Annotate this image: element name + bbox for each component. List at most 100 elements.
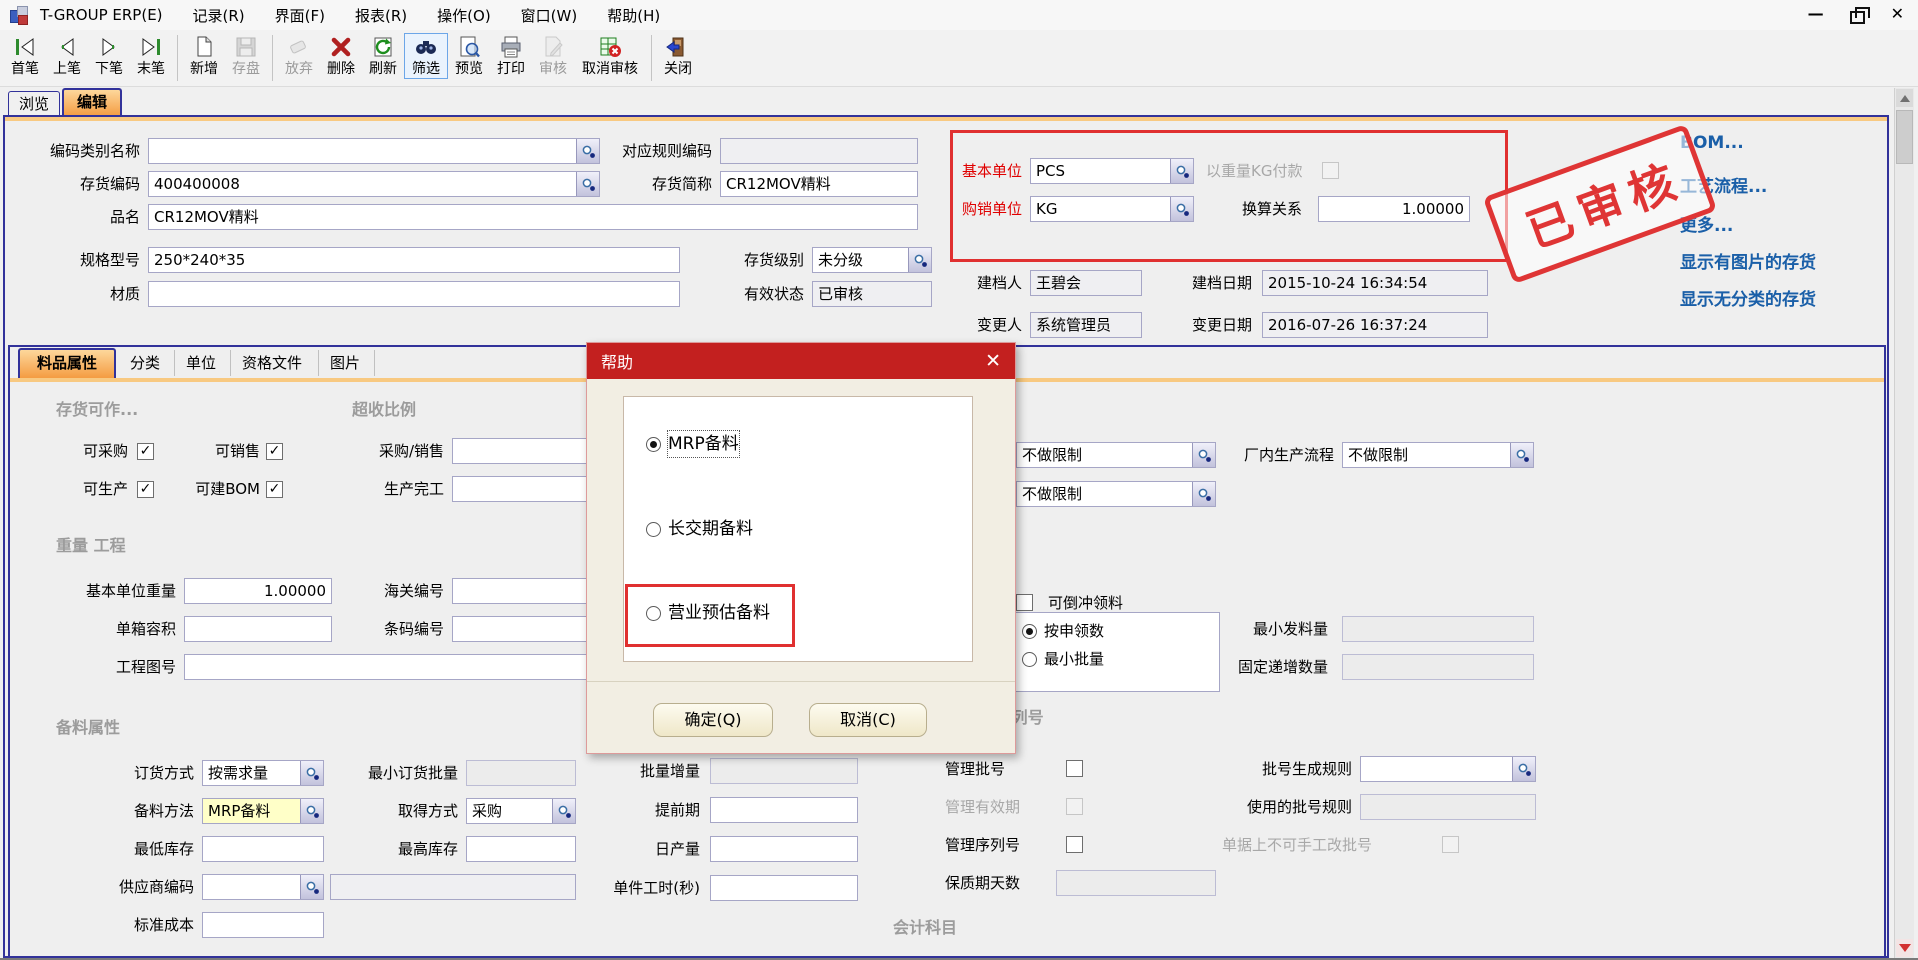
daily-output-field[interactable] (710, 836, 858, 862)
rule-code-field[interactable] (720, 138, 918, 164)
barcode-label: 条码编号 (372, 616, 444, 642)
link-show-unclassified[interactable]: 显示无分类的存货 (1680, 285, 1816, 310)
cancel-button[interactable]: 取消(C) (809, 703, 927, 737)
option-sales-forecast-label[interactable]: 营业预估备料 (668, 600, 770, 626)
purchasable-checkbox[interactable]: ✓ (137, 443, 154, 460)
menu-interface[interactable]: 界面(F) (275, 5, 325, 26)
item-code-field[interactable]: 400400008 (148, 171, 600, 197)
toolbar-preview-button[interactable]: 预览 (448, 33, 490, 78)
menu-window[interactable]: 窗口(W) (521, 5, 578, 26)
option-mrp-radio[interactable] (646, 437, 661, 452)
std-cost-field[interactable] (202, 912, 324, 938)
item-abbr-field[interactable]: CR12MOV精料 (720, 171, 918, 197)
lookup-icon[interactable] (1170, 159, 1193, 183)
can-build-bom-checkbox[interactable]: ✓ (266, 481, 283, 498)
toolbar-print-button[interactable]: 打印 (490, 33, 532, 78)
supplier-code-field[interactable] (202, 874, 324, 900)
max-stock-field[interactable] (466, 836, 576, 862)
lookup-icon[interactable] (300, 875, 323, 899)
sellable-checkbox[interactable]: ✓ (266, 443, 283, 460)
toolbar-first-button[interactable]: 首笔 (4, 33, 46, 78)
unit-work-time-field[interactable] (710, 875, 858, 901)
manage-serial-checkbox[interactable] (1066, 836, 1083, 853)
lookup-icon[interactable] (300, 761, 323, 785)
producible-checkbox[interactable]: ✓ (137, 481, 154, 498)
tab-edit[interactable]: 编辑 (62, 88, 122, 116)
lookup-icon[interactable] (1170, 197, 1193, 221)
conversion-field[interactable]: 1.00000 (1318, 196, 1470, 222)
prep-method-field[interactable]: MRP备料 (202, 798, 324, 824)
lookup-icon[interactable] (300, 799, 323, 823)
option-sales-forecast-radio[interactable] (646, 606, 661, 621)
min-stock-field[interactable] (202, 836, 324, 862)
toolbar-next-button[interactable]: 下笔 (88, 33, 130, 78)
menu-record[interactable]: 记录(R) (193, 5, 245, 26)
acquire-mode-field[interactable]: 采购 (466, 798, 576, 824)
menu-operation[interactable]: 操作(O) (437, 5, 491, 26)
toolbar-refresh-button[interactable]: 刷新 (362, 33, 404, 78)
subtab-qualification[interactable]: 资格文件 (242, 350, 319, 376)
option-long-leadtime-radio[interactable] (646, 522, 661, 537)
subtab-item-attributes[interactable]: 料品属性 (18, 348, 116, 378)
toolbar-last-button[interactable]: 末笔 (130, 33, 172, 78)
trade-unit-field[interactable]: KG (1030, 196, 1194, 222)
toolbar-filter-button[interactable]: 筛选 (404, 33, 448, 79)
minimize-icon[interactable]: — (1808, 2, 1824, 26)
option-long-leadtime-label[interactable]: 长交期备料 (668, 516, 753, 542)
material-field[interactable] (148, 281, 680, 307)
vertical-scrollbar[interactable] (1894, 88, 1914, 958)
lookup-icon[interactable] (1192, 443, 1215, 467)
level-field[interactable]: 未分级 (812, 247, 932, 273)
lookup-icon[interactable] (1510, 443, 1533, 467)
box-volume-field[interactable] (184, 616, 332, 642)
scroll-up-icon[interactable] (1896, 89, 1913, 107)
manage-batch-checkbox[interactable] (1066, 760, 1083, 777)
base-unit-field[interactable]: PCS (1030, 158, 1194, 184)
menu-report[interactable]: 报表(R) (355, 5, 407, 26)
backflush-checkbox[interactable] (1016, 594, 1033, 611)
lookup-icon[interactable] (576, 139, 599, 163)
restore-icon[interactable] (1850, 11, 1865, 24)
lookup-icon[interactable] (1512, 757, 1535, 781)
scroll-down-icon[interactable] (1896, 939, 1913, 957)
item-name-field[interactable]: CR12MOV精料 (148, 204, 918, 230)
lookup-icon[interactable] (576, 172, 599, 196)
issue-by-request-radio[interactable] (1022, 624, 1037, 639)
ok-button[interactable]: 确定(Q) (653, 703, 773, 737)
link-show-with-image[interactable]: 显示有图片的存货 (1680, 248, 1816, 273)
supplier-name-field (330, 874, 576, 900)
close-window-icon[interactable]: ✕ (1891, 2, 1904, 26)
toolbar-prev-button[interactable]: 上笔 (46, 33, 88, 78)
menu-app[interactable]: T-GROUP ERP(E) (40, 6, 163, 24)
base-unit-weight-field[interactable]: 1.00000 (184, 578, 332, 604)
tab-browse[interactable]: 浏览 (8, 91, 60, 116)
lookup-icon[interactable] (908, 248, 931, 272)
limit-field-1[interactable]: 不做限制 (1016, 442, 1216, 468)
pay-by-weight-checkbox[interactable] (1322, 162, 1339, 179)
dialog-close-icon[interactable]: ✕ (985, 343, 1001, 379)
toolbar-save-button[interactable]: 存盘 (225, 33, 267, 78)
subtab-unit[interactable]: 单位 (186, 350, 231, 376)
code-category-field[interactable] (148, 138, 600, 164)
toolbar-delete-button[interactable]: 删除 (320, 33, 362, 78)
issue-by-min-radio[interactable] (1022, 652, 1037, 667)
toolbar-discard-button[interactable]: 放弃 (278, 33, 320, 78)
lookup-icon[interactable] (1192, 482, 1215, 506)
toolbar-new-button[interactable]: 新增 (183, 33, 225, 78)
lookup-icon[interactable] (552, 799, 575, 823)
toolbar-cancel-audit-button[interactable]: 取消审核 (574, 33, 646, 78)
limit-field-2[interactable]: 不做限制 (1016, 481, 1216, 507)
menu-help[interactable]: 帮助(H) (607, 5, 660, 26)
toolbar-close-button[interactable]: 关闭 (657, 33, 699, 78)
lead-time-field[interactable] (710, 797, 858, 823)
scrollbar-thumb[interactable] (1896, 110, 1913, 164)
batch-rule-field[interactable] (1360, 756, 1536, 782)
factory-flow-field[interactable]: 不做限制 (1342, 442, 1534, 468)
help-dialog-titlebar[interactable]: 帮助 ✕ (587, 343, 1015, 379)
spec-field[interactable]: 250*240*35 (148, 247, 680, 273)
subtab-category[interactable]: 分类 (130, 350, 175, 376)
toolbar-audit-button[interactable]: 审核 (532, 33, 574, 78)
order-mode-field[interactable]: 按需求量 (202, 760, 324, 786)
option-mrp-label[interactable]: MRP备料 (668, 431, 739, 457)
subtab-image[interactable]: 图片 (330, 350, 375, 376)
